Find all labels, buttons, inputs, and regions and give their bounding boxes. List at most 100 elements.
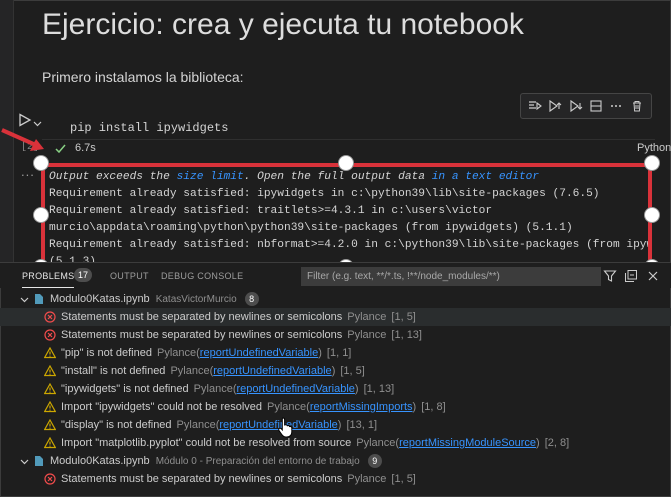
split-cell-icon[interactable] (588, 98, 604, 114)
cell-divider (42, 139, 655, 140)
group-count-badge: 9 (367, 454, 382, 468)
problem-message: Import "matplotlib.pyplot" could not be … (61, 437, 352, 449)
close-panel-icon[interactable] (646, 269, 660, 283)
collapse-all-icon[interactable] (624, 269, 638, 283)
execution-time: 6.7s (75, 142, 96, 154)
hand-cursor-icon (277, 416, 295, 438)
problem-message: "install" is not defined (61, 365, 166, 377)
markdown-paragraph: Primero instalamos la biblioteca: (42, 69, 244, 85)
problem-message: Statements must be separated by newlines… (61, 329, 343, 341)
run-by-line-icon[interactable] (527, 98, 543, 114)
problems-file-group[interactable]: Modulo0Katas.ipynb KatasVictorMurcio 8 (0, 290, 671, 308)
problem-position: [1, 5] (391, 473, 416, 485)
problem-message: "pip" is not defined (61, 347, 152, 359)
problem-source: Pylance (356, 437, 396, 449)
selection-handle[interactable] (34, 156, 48, 170)
execute-above-icon[interactable] (547, 98, 563, 114)
warning-icon (43, 418, 57, 431)
error-icon (44, 473, 56, 485)
delete-icon[interactable] (629, 98, 645, 114)
problem-message: "display" is not defined (61, 419, 172, 431)
cell-code[interactable]: pip install ipywidgets (70, 121, 228, 135)
problem-source: Pylance (267, 401, 307, 413)
group-description: Módulo 0 - Preparación del entorno de tr… (155, 455, 360, 467)
run-cell-icon[interactable] (18, 113, 32, 127)
output-line: Requirement already satisfied: nbformat>… (49, 239, 652, 251)
problem-position: [13, 1] (346, 419, 378, 431)
output-text: Output exceeds the size limit. Open the … (49, 169, 652, 263)
problem-source: Pylance (347, 329, 387, 341)
chevron-down-icon[interactable] (33, 115, 42, 127)
problems-file-group[interactable]: Modulo0Katas.ipynb Módulo 0 - Preparación… (0, 452, 671, 470)
selection-handle[interactable] (339, 156, 353, 170)
problem-source: Pylance (347, 311, 387, 323)
execute-below-icon[interactable] (568, 98, 584, 114)
cell-toolbar (520, 93, 652, 119)
filter-icon[interactable] (603, 269, 617, 283)
output-notice: Output exceeds the size limit. Open the … (49, 171, 540, 183)
code-paren-close: ) (536, 437, 540, 449)
markdown-title: Ejercicio: crea y ejecuta tu notebook (42, 8, 524, 41)
problem-code-link[interactable]: reportUndefinedVariable (236, 383, 354, 395)
problem-message: "ipywidgets" is not defined (61, 383, 189, 395)
warning-icon (43, 346, 57, 359)
problem-row[interactable]: Import "ipywidgets" could not be resolve… (0, 398, 671, 416)
error-icon (44, 311, 56, 323)
warning-icon (43, 400, 57, 413)
tab-debug-console[interactable]: DEBUG CONSOLE (161, 271, 243, 281)
problem-code-link[interactable]: reportUndefinedVariable (213, 365, 331, 377)
open-in-editor-link[interactable]: in a text editor (432, 171, 539, 183)
problem-row[interactable]: "display" is not defined Pylance(reportUn… (0, 416, 671, 434)
notebook-file-icon (34, 293, 44, 305)
problem-row[interactable]: Statements must be separated by newlines… (0, 326, 671, 344)
problem-code-link[interactable]: reportMissingModuleSource (399, 437, 536, 449)
selection-handle[interactable] (34, 208, 48, 222)
selection-handle[interactable] (645, 208, 659, 222)
chevron-down-icon[interactable] (20, 295, 29, 304)
problem-code-link[interactable]: reportMissingImports (310, 401, 413, 413)
output-line: Requirement already satisfied: ipywidget… (49, 188, 600, 200)
notebook-file-icon (34, 455, 44, 467)
problem-source: Pylance (156, 347, 197, 359)
group-file-name: Modulo0Katas.ipynb (50, 455, 150, 467)
problem-row[interactable]: "ipywidgets" is not defined Pylance(repor… (0, 380, 671, 398)
problem-message: Statements must be separated by newlines… (61, 311, 343, 323)
problem-position: [1, 8] (421, 401, 446, 413)
problem-position: [1, 5] (391, 311, 416, 323)
group-file-name: Modulo0Katas.ipynb (50, 293, 150, 305)
problem-row[interactable]: Import "matplotlib.pyplot" could not be … (0, 434, 671, 452)
problem-source: Pylance (193, 383, 233, 395)
problem-row[interactable]: "pip" is not defined Pylance(reportUndefi… (0, 344, 671, 362)
problems-filter-input[interactable] (301, 267, 601, 286)
selection-handle[interactable] (645, 156, 659, 170)
size-limit-link[interactable]: size limit (177, 171, 244, 183)
warning-icon (43, 382, 57, 395)
code-paren-close: ) (354, 383, 359, 395)
problem-source: Pylance (347, 473, 387, 485)
warning-icon (43, 364, 57, 377)
output-more-icon[interactable]: ... (21, 164, 35, 179)
problem-row[interactable]: Statements must be separated by newlines… (0, 308, 671, 326)
group-count-badge: 8 (244, 292, 259, 306)
problem-row[interactable]: "install" is not defined Pylance(reportUn… (0, 362, 671, 380)
problem-source: Pylance (170, 365, 210, 377)
problem-code-link[interactable]: reportUndefinedVariable (200, 347, 318, 359)
annotation-arrow-icon (1, 128, 44, 151)
problem-position: [1, 13] (391, 329, 422, 341)
more-icon[interactable] (608, 98, 624, 114)
tab-output[interactable]: OUTPUT (110, 271, 149, 281)
check-icon (55, 141, 66, 154)
problem-row[interactable]: Statements must be separated by newlines… (0, 470, 671, 488)
code-paren-close: ) (318, 347, 322, 359)
problem-position: [1, 1] (326, 347, 352, 359)
tab-problems[interactable]: PROBLEMS (22, 271, 74, 281)
output-line: Requirement already satisfied: traitlets… (49, 205, 493, 217)
chevron-down-icon[interactable] (20, 457, 29, 466)
problem-position: [1, 5] (340, 365, 365, 377)
problem-source: Pylance (176, 419, 216, 431)
cell-language[interactable]: Python (637, 142, 671, 154)
problem-position: [1, 13] (363, 383, 395, 395)
code-paren-close: ) (412, 401, 417, 413)
output-highlight-box: Output exceeds the size limit. Open the … (41, 163, 652, 267)
code-paren-close: ) (331, 365, 336, 377)
